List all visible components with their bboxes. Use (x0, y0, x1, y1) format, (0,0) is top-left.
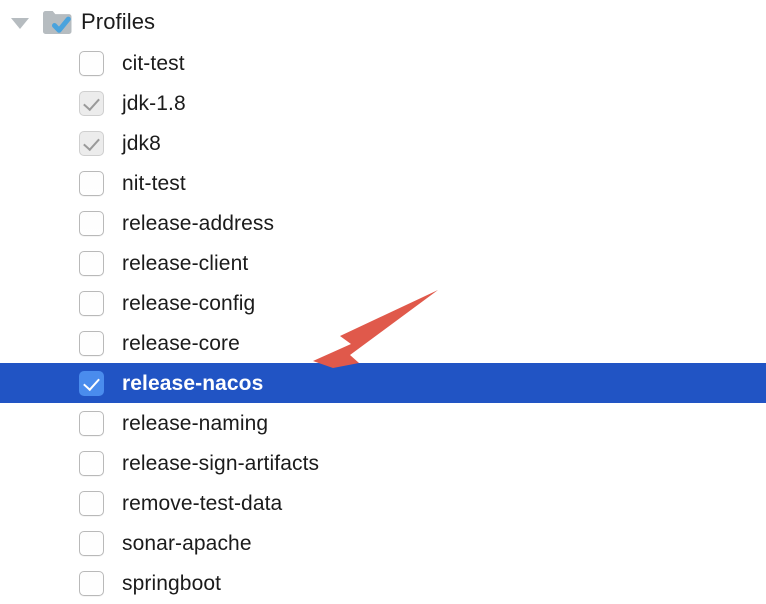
list-item-label: jdk8 (122, 131, 161, 156)
list-item-label: release-config (122, 291, 255, 316)
list-item[interactable]: remove-test-data (0, 483, 766, 523)
list-item[interactable]: cit-test (0, 43, 766, 83)
list-item[interactable]: release-naming (0, 403, 766, 443)
checkbox-unchecked[interactable] (79, 291, 104, 316)
list-item[interactable]: sonar-apache (0, 523, 766, 563)
profiles-tree: Profiles cit-test jdk-1.8 jdk8 nit-test … (0, 0, 766, 604)
checkbox-unchecked[interactable] (79, 531, 104, 556)
list-item-label: release-client (122, 251, 248, 276)
list-item[interactable]: release-config (0, 283, 766, 323)
list-item-selected[interactable]: release-nacos (0, 363, 766, 403)
checkbox-unchecked[interactable] (79, 251, 104, 276)
list-item[interactable]: release-address (0, 203, 766, 243)
list-item-label: release-address (122, 211, 274, 236)
list-item[interactable]: jdk8 (0, 123, 766, 163)
tree-root-profiles[interactable]: Profiles (0, 0, 766, 43)
checkbox-unchecked[interactable] (79, 491, 104, 516)
list-item[interactable]: release-sign-artifacts (0, 443, 766, 483)
checkbox-checked-disabled[interactable] (79, 131, 104, 156)
list-item-label: release-nacos (122, 371, 263, 396)
list-item-label: cit-test (122, 51, 185, 76)
list-item[interactable]: release-client (0, 243, 766, 283)
list-item-label: release-naming (122, 411, 268, 436)
checkbox-unchecked[interactable] (79, 411, 104, 436)
checkbox-unchecked[interactable] (79, 171, 104, 196)
list-item[interactable]: nit-test (0, 163, 766, 203)
list-item[interactable]: release-core (0, 323, 766, 363)
list-item[interactable]: jdk-1.8 (0, 83, 766, 123)
list-item-label: sonar-apache (122, 531, 252, 556)
profiles-list: cit-test jdk-1.8 jdk8 nit-test release-a… (0, 43, 766, 603)
list-item-label: jdk-1.8 (122, 91, 186, 116)
list-item-label: release-core (122, 331, 240, 356)
checkbox-unchecked[interactable] (79, 571, 104, 596)
checkbox-unchecked[interactable] (79, 51, 104, 76)
list-item-label: nit-test (122, 171, 186, 196)
list-item-label: remove-test-data (122, 491, 282, 516)
checkbox-unchecked[interactable] (79, 211, 104, 236)
checkbox-checked[interactable] (79, 371, 104, 396)
checkbox-unchecked[interactable] (79, 451, 104, 476)
checkbox-checked-disabled[interactable] (79, 91, 104, 116)
triangle-down-icon[interactable] (8, 11, 30, 33)
tree-root-label: Profiles (81, 9, 155, 35)
list-item[interactable]: springboot (0, 563, 766, 603)
list-item-label: springboot (122, 571, 221, 596)
checkbox-unchecked[interactable] (79, 331, 104, 356)
list-item-label: release-sign-artifacts (122, 451, 319, 476)
folder-check-icon (42, 9, 73, 35)
